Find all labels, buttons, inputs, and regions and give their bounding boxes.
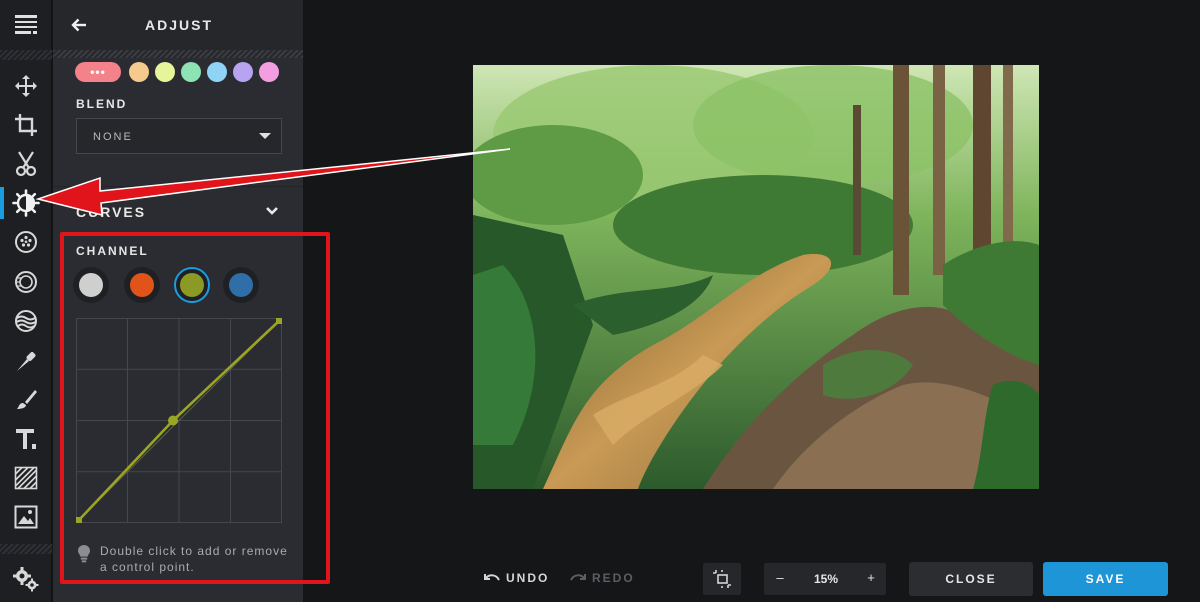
adjust-tool[interactable] — [0, 183, 52, 223]
move-tool[interactable] — [0, 66, 52, 106]
text-tool[interactable] — [0, 419, 52, 459]
retouch-icon — [17, 352, 36, 371]
blend-select-value: NONE — [93, 131, 133, 143]
forest-painting-image[interactable] — [473, 65, 1039, 489]
distort-tool[interactable] — [0, 301, 52, 341]
brush-tool[interactable] — [0, 380, 52, 420]
rail-divider — [0, 50, 52, 60]
back-button[interactable] — [67, 13, 91, 37]
zoom-out-button[interactable]: – — [772, 570, 788, 585]
zoom-level: 15% — [813, 572, 839, 586]
filters-tool[interactable] — [0, 222, 52, 262]
retouch-tool[interactable] — [0, 341, 52, 381]
curves-highlight-box — [60, 232, 330, 584]
undo-label: UNDO — [506, 571, 550, 585]
text-icon — [16, 429, 36, 449]
blend-select[interactable]: NONE — [76, 118, 282, 154]
swatch-green[interactable] — [181, 62, 201, 82]
menu-button[interactable] — [0, 0, 52, 50]
swatch-orange[interactable] — [129, 62, 149, 82]
panel-header: ADJUST — [53, 0, 303, 50]
chevron-down-icon[interactable] — [265, 206, 279, 216]
zoom-in-button[interactable]: + — [863, 570, 879, 585]
caret-down-icon — [259, 133, 271, 139]
settings-icon — [13, 567, 39, 592]
panel-divider — [53, 50, 303, 58]
swatch-blue[interactable] — [207, 62, 227, 82]
crop-tool[interactable] — [0, 105, 52, 145]
more-swatches-button[interactable]: ••• — [75, 62, 121, 82]
panel-title: ADJUST — [145, 17, 214, 33]
section-divider — [53, 186, 303, 187]
image-icon — [14, 505, 38, 529]
adjust-icon — [12, 189, 40, 217]
undo-icon — [484, 574, 500, 581]
swatch-yellow[interactable] — [155, 62, 175, 82]
settings-tool[interactable] — [0, 559, 52, 599]
save-button[interactable]: SAVE — [1043, 562, 1168, 596]
photo-editor-app: ADJUST ••• BLEND NONE CURVES CHANNEL Dou… — [0, 0, 1200, 602]
vignette-icon — [15, 271, 37, 293]
redo-icon — [570, 574, 586, 581]
blend-label: BLEND — [76, 97, 128, 111]
move-icon — [15, 75, 37, 97]
close-button[interactable]: CLOSE — [909, 562, 1033, 596]
rail-divider-bottom — [0, 544, 52, 554]
cut-tool[interactable] — [0, 144, 52, 184]
texture-tool[interactable] — [0, 458, 52, 498]
back-arrow-icon — [71, 18, 86, 32]
brush-icon — [17, 390, 37, 409]
vignette-tool[interactable] — [0, 262, 52, 302]
undo-button[interactable]: UNDO — [483, 571, 549, 585]
menu-icon — [15, 15, 37, 34]
fit-screen-icon — [713, 570, 731, 588]
tool-rail — [0, 0, 52, 602]
cut-icon — [15, 151, 37, 177]
bottom-toolbar: UNDO REDO – 15% + CLOSE SAVE — [303, 555, 1200, 602]
fit-to-screen-button[interactable] — [703, 563, 741, 595]
swatch-purple[interactable] — [233, 62, 253, 82]
image-tool[interactable] — [0, 497, 52, 537]
redo-button[interactable]: REDO — [569, 571, 635, 585]
swatch-pink[interactable] — [259, 62, 279, 82]
distort-icon — [15, 310, 37, 332]
redo-label: REDO — [592, 571, 635, 585]
zoom-control: – 15% + — [764, 563, 886, 595]
crop-icon — [15, 114, 37, 136]
filters-icon — [15, 231, 37, 253]
curves-section-title[interactable]: CURVES — [76, 204, 146, 220]
texture-icon — [14, 466, 38, 490]
